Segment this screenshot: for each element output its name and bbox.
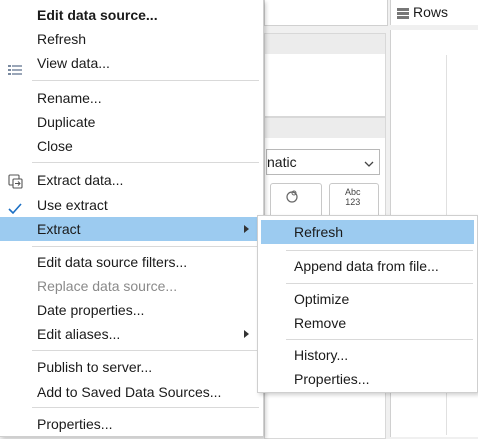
menu-item-date-properties[interactable]: Date properties...: [0, 298, 263, 322]
mark-type-value: natic: [267, 154, 297, 170]
menu-item-view-data[interactable]: View data...: [0, 51, 263, 75]
menu-item-extract[interactable]: Extract: [0, 217, 263, 241]
menu-separator: [286, 339, 473, 340]
data-source-context-menu: Edit data source... Refresh View data...…: [0, 0, 264, 437]
menu-item-properties[interactable]: Properties...: [0, 412, 263, 436]
menu-item-duplicate[interactable]: Duplicate: [0, 110, 263, 134]
menu-separator: [32, 246, 259, 247]
menu-separator: [32, 80, 259, 81]
panel-1: [264, 33, 386, 117]
menu-separator: [32, 350, 259, 351]
shape-icon: [285, 189, 299, 206]
menu-separator: [32, 162, 259, 163]
submenu-item-append-data-from-file[interactable]: Append data from file...: [258, 254, 477, 278]
rows-shelf[interactable]: Rows: [390, 0, 478, 25]
checkmark-icon: [8, 198, 22, 215]
menu-item-publish-to-server[interactable]: Publish to server...: [0, 355, 263, 379]
menu-item-replace-data-source: Replace data source...: [37, 278, 178, 294]
extract-submenu: Refresh Append data from file... Optimiz…: [257, 215, 478, 393]
menu-item-use-extract[interactable]: Use extract: [0, 193, 263, 217]
menu-separator: [32, 407, 259, 408]
menu-item-edit-data-source[interactable]: Edit data source...: [0, 3, 263, 27]
menu-item-edit-data-source-filters[interactable]: Edit data source filters...: [0, 250, 263, 274]
chevron-down-icon: [364, 156, 374, 172]
submenu-arrow-icon: [244, 330, 249, 338]
rows-label: Rows: [413, 4, 449, 20]
top-field: [264, 0, 388, 26]
view-data-icon: [8, 58, 22, 75]
menu-separator: [286, 283, 473, 284]
menu-item-close[interactable]: Close: [0, 134, 263, 158]
text-abc-123-icon: Abc 123: [345, 187, 361, 207]
submenu-item-history[interactable]: History...: [258, 343, 477, 367]
submenu-item-remove[interactable]: Remove: [258, 311, 477, 335]
extract-data-icon: [8, 172, 23, 189]
menu-item-rename[interactable]: Rename...: [0, 86, 263, 110]
menu-item-add-to-saved-data-sources[interactable]: Add to Saved Data Sources...: [0, 380, 263, 404]
submenu-item-refresh[interactable]: Refresh: [261, 220, 474, 244]
menu-item-refresh[interactable]: Refresh: [0, 27, 263, 51]
mark-type-select[interactable]: natic: [266, 149, 380, 175]
submenu-item-properties[interactable]: Properties...: [258, 367, 477, 391]
rows-icon: [397, 6, 409, 19]
submenu-arrow-icon: [244, 225, 249, 233]
submenu-item-optimize[interactable]: Optimize: [258, 287, 477, 311]
menu-item-edit-aliases[interactable]: Edit aliases...: [0, 322, 263, 346]
menu-separator: [286, 250, 473, 251]
menu-item-extract-data[interactable]: Extract data...: [0, 168, 263, 192]
